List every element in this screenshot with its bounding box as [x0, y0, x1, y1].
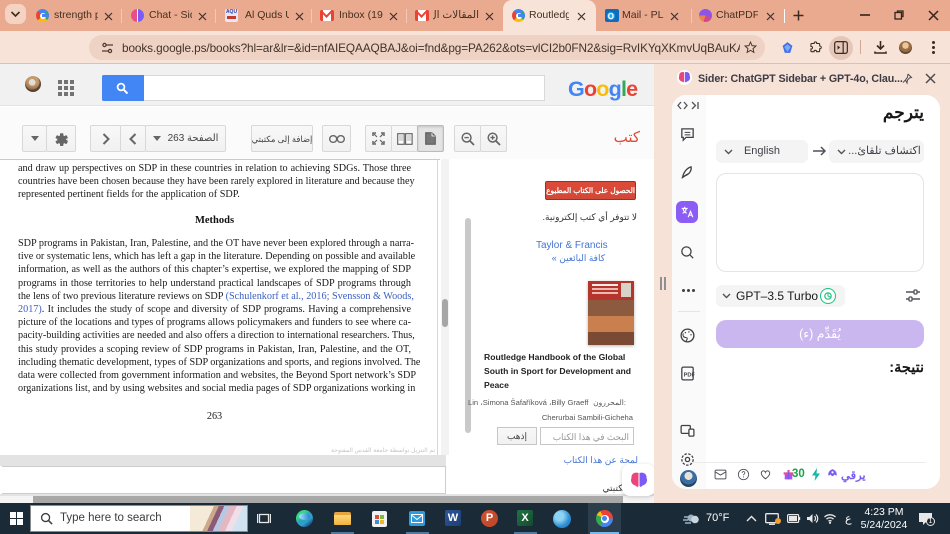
- svg-text:PDF: PDF: [684, 372, 696, 378]
